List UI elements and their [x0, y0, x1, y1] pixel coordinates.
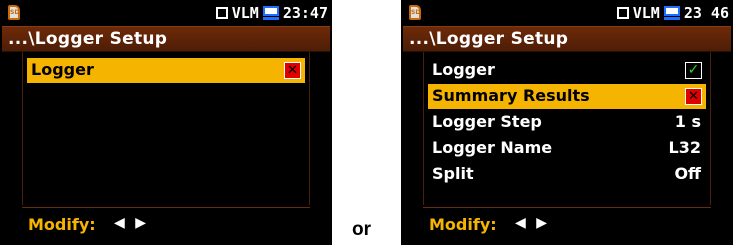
menu-item-logger-step[interactable]: Logger Step 1 s	[428, 110, 706, 135]
or-separator: or	[352, 219, 371, 240]
mode-label: VLM	[231, 4, 259, 22]
page-title: ...\Logger Setup	[8, 29, 168, 49]
menu-item-value: L32	[668, 138, 701, 157]
footer-bar: Modify: ◀ ▶	[403, 207, 731, 243]
unchecked-x-icon[interactable]: ✕	[284, 62, 301, 79]
menu-item-summary-results[interactable]: Summary Results ✕	[428, 84, 706, 109]
status-bar: SD VLM 23:47	[2, 2, 330, 24]
monitor-icon	[262, 6, 279, 20]
status-bar: SD VLM 23 46	[403, 2, 731, 24]
clock-time: 23 46	[683, 4, 729, 22]
clock-time: 23:47	[282, 4, 328, 22]
footer-divider	[22, 207, 310, 208]
menu-item-label: Logger Name	[432, 138, 553, 157]
device-screen-left: SD VLM 23:47 ...\Logger Setup Logger ✕ M…	[0, 0, 332, 245]
modify-label: Modify:	[28, 215, 96, 234]
modify-label: Modify:	[429, 215, 497, 234]
device-screen-right: SD VLM 23 46 ...\Logger Setup Logger ✓ S…	[401, 0, 733, 245]
monitor-icon	[663, 6, 680, 20]
title-bar: ...\Logger Setup	[403, 26, 731, 52]
footer-divider	[423, 207, 711, 208]
menu-panel: Logger ✓ Summary Results ✕ Logger Step 1…	[423, 52, 711, 205]
menu-item-split[interactable]: Split Off	[428, 162, 706, 187]
sd-card-icon: SD	[409, 5, 421, 20]
mode-label: VLM	[632, 4, 660, 22]
square-indicator-icon	[616, 7, 629, 19]
sd-card-icon: SD	[8, 5, 20, 20]
menu-item-label: Logger	[31, 60, 94, 79]
footer-bar: Modify: ◀ ▶	[2, 207, 330, 243]
page-title: ...\Logger Setup	[409, 29, 569, 49]
left-right-arrows-icon: ◀ ▶	[515, 215, 550, 231]
square-indicator-icon	[215, 7, 228, 19]
checked-checkmark-icon[interactable]: ✓	[685, 62, 702, 79]
menu-item-label: Split	[432, 164, 474, 183]
unchecked-x-icon[interactable]: ✕	[685, 88, 702, 105]
menu-item-value: Off	[674, 164, 701, 183]
menu-item-logger[interactable]: Logger ✕	[27, 58, 305, 83]
menu-item-label: Logger	[432, 60, 495, 79]
menu-item-label: Summary Results	[432, 86, 590, 105]
menu-item-logger-name[interactable]: Logger Name L32	[428, 136, 706, 161]
status-indicators: VLM 23 46	[616, 3, 729, 23]
title-bar: ...\Logger Setup	[2, 26, 330, 52]
menu-panel: Logger ✕	[22, 52, 310, 205]
status-indicators: VLM 23:47	[215, 3, 328, 23]
menu-item-logger[interactable]: Logger ✓	[428, 58, 706, 83]
menu-item-label: Logger Step	[432, 112, 542, 131]
menu-item-value: 1 s	[674, 112, 701, 131]
left-right-arrows-icon: ◀ ▶	[114, 215, 149, 231]
